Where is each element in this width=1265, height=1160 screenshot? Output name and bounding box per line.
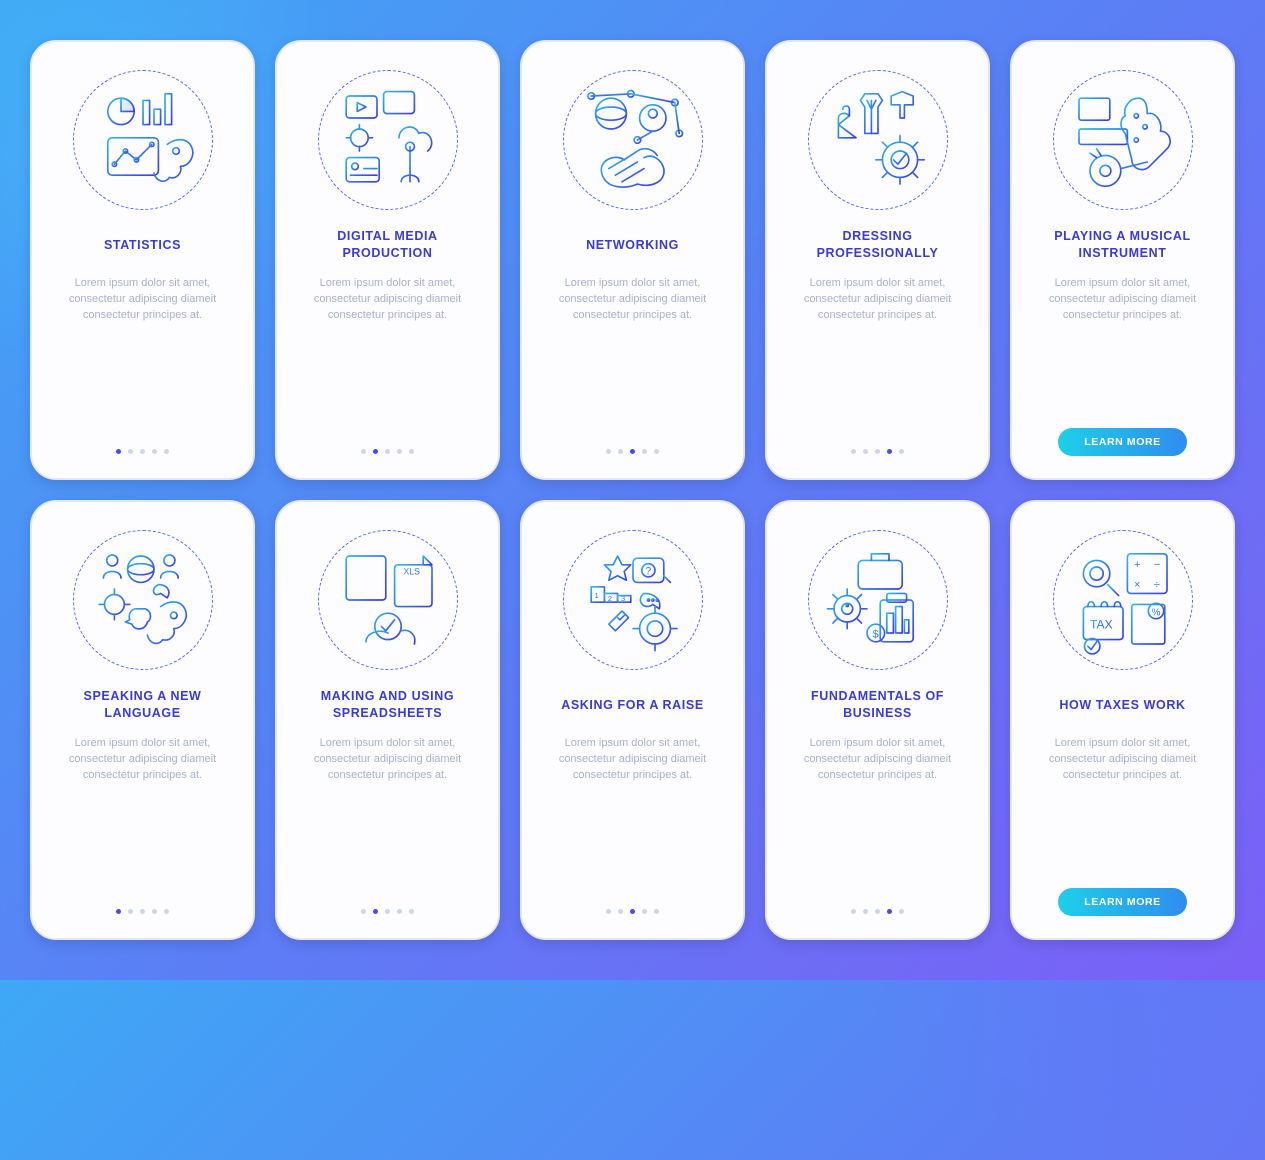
raise-icon [563, 530, 703, 670]
screen-title: STATISTICS [104, 228, 181, 262]
page-dot[interactable] [152, 909, 157, 914]
page-dot[interactable] [397, 449, 402, 454]
onboarding-screen: STATISTICS Lorem ipsum dolor sit amet, co… [30, 40, 255, 480]
learn-more-button[interactable]: LEARN MORE [1058, 428, 1187, 456]
screen-description: Lorem ipsum dolor sit amet, consectetur … [1030, 736, 1215, 880]
page-dot[interactable] [899, 909, 904, 914]
screen-description: Lorem ipsum dolor sit amet, consectetur … [295, 736, 480, 899]
music-icon [1053, 70, 1193, 210]
page-dot[interactable] [630, 909, 635, 914]
page-dot[interactable] [385, 909, 390, 914]
digital-media-icon [318, 70, 458, 210]
screen-description: Lorem ipsum dolor sit amet, consectetur … [540, 736, 725, 899]
page-indicator[interactable] [116, 909, 169, 914]
page-dot[interactable] [116, 909, 121, 914]
page-dot[interactable] [361, 449, 366, 454]
screen-title: NETWORKING [586, 228, 679, 262]
statistics-icon [73, 70, 213, 210]
screen-title: SPEAKING A NEW LANGUAGE [50, 688, 235, 722]
screen-title: ASKING FOR A RAISE [561, 688, 704, 722]
screen-description: Lorem ipsum dolor sit amet, consectetur … [785, 736, 970, 899]
learn-more-button[interactable]: LEARN MORE [1058, 888, 1187, 916]
screen-description: Lorem ipsum dolor sit amet, consectetur … [1030, 276, 1215, 420]
page-indicator[interactable] [606, 449, 659, 454]
screen-title: DIGITAL MEDIA PRODUCTION [295, 228, 480, 262]
page-dot[interactable] [887, 449, 892, 454]
screen-description: Lorem ipsum dolor sit amet, consectetur … [50, 736, 235, 899]
page-dot[interactable] [152, 449, 157, 454]
onboarding-screen: MAKING AND USING SPREADSHEETS Lorem ipsum… [275, 500, 500, 940]
onboarding-screen: FUNDAMENTALS OF BUSINESS Lorem ipsum dolo… [765, 500, 990, 940]
page-dot[interactable] [128, 909, 133, 914]
page-dot[interactable] [630, 449, 635, 454]
page-dot[interactable] [899, 449, 904, 454]
screen-title: PLAYING A MUSICAL INSTRUMENT [1030, 228, 1215, 262]
page-dot[interactable] [164, 909, 169, 914]
screen-description: Lorem ipsum dolor sit amet, consectetur … [785, 276, 970, 439]
page-dot[interactable] [397, 909, 402, 914]
page-dot[interactable] [851, 449, 856, 454]
page-dot[interactable] [116, 449, 121, 454]
page-indicator[interactable] [116, 449, 169, 454]
page-dot[interactable] [654, 909, 659, 914]
page-dot[interactable] [606, 909, 611, 914]
screen-title: DRESSING PROFESSIONALLY [785, 228, 970, 262]
onboarding-screen: DRESSING PROFESSIONALLY Lorem ipsum dolor… [765, 40, 990, 480]
page-dot[interactable] [875, 449, 880, 454]
page-dot[interactable] [863, 909, 868, 914]
page-dot[interactable] [361, 909, 366, 914]
page-dot[interactable] [140, 449, 145, 454]
page-indicator[interactable] [361, 449, 414, 454]
onboarding-screen: NETWORKING Lorem ipsum dolor sit amet, co… [520, 40, 745, 480]
taxes-icon [1053, 530, 1193, 670]
networking-icon [563, 70, 703, 210]
business-icon [808, 530, 948, 670]
page-indicator[interactable] [361, 909, 414, 914]
page-indicator[interactable] [851, 449, 904, 454]
page-dot[interactable] [373, 909, 378, 914]
page-dot[interactable] [887, 909, 892, 914]
page-dot[interactable] [385, 449, 390, 454]
page-dot[interactable] [851, 909, 856, 914]
page-dot[interactable] [606, 449, 611, 454]
page-indicator[interactable] [851, 909, 904, 914]
page-dot[interactable] [642, 449, 647, 454]
dressing-icon [808, 70, 948, 210]
screen-description: Lorem ipsum dolor sit amet, consectetur … [295, 276, 480, 439]
onboarding-screen: HOW TAXES WORK Lorem ipsum dolor sit amet… [1010, 500, 1235, 940]
onboarding-screen: SPEAKING A NEW LANGUAGE Lorem ipsum dolor… [30, 500, 255, 940]
onboarding-screen: DIGITAL MEDIA PRODUCTION Lorem ipsum dolo… [275, 40, 500, 480]
page-dot[interactable] [875, 909, 880, 914]
page-indicator[interactable] [606, 909, 659, 914]
page-dot[interactable] [373, 449, 378, 454]
onboarding-screen: ASKING FOR A RAISE Lorem ipsum dolor sit … [520, 500, 745, 940]
onboarding-row-2: SPEAKING A NEW LANGUAGE Lorem ipsum dolor… [30, 500, 1235, 940]
onboarding-row-1: STATISTICS Lorem ipsum dolor sit amet, co… [30, 40, 1235, 480]
screen-title: MAKING AND USING SPREADSHEETS [295, 688, 480, 722]
page-dot[interactable] [618, 449, 623, 454]
page-dot[interactable] [863, 449, 868, 454]
page-dot[interactable] [642, 909, 647, 914]
onboarding-screen: PLAYING A MUSICAL INSTRUMENT Lorem ipsum … [1010, 40, 1235, 480]
page-dot[interactable] [164, 449, 169, 454]
screen-description: Lorem ipsum dolor sit amet, consectetur … [50, 276, 235, 439]
page-dot[interactable] [409, 909, 414, 914]
screen-title: FUNDAMENTALS OF BUSINESS [785, 688, 970, 722]
screen-description: Lorem ipsum dolor sit amet, consectetur … [540, 276, 725, 439]
spreadsheets-icon [318, 530, 458, 670]
page-dot[interactable] [140, 909, 145, 914]
language-icon [73, 530, 213, 670]
page-dot[interactable] [409, 449, 414, 454]
screen-title: HOW TAXES WORK [1059, 688, 1185, 722]
page-dot[interactable] [618, 909, 623, 914]
page-dot[interactable] [128, 449, 133, 454]
page-dot[interactable] [654, 449, 659, 454]
